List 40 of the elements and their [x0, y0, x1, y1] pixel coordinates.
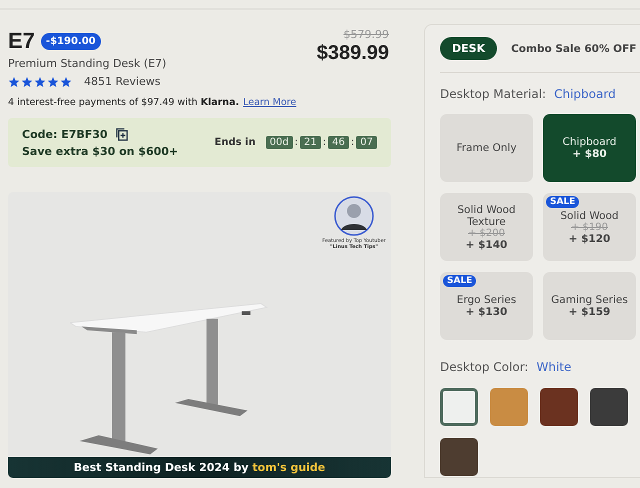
option-label: Desktop Color: — [440, 360, 528, 374]
offer-text: Save extra $30 on $600+ — [22, 144, 178, 158]
material-option[interactable]: Frame Only — [440, 114, 533, 182]
product-name: Premium Standing Desk (E7) — [8, 57, 166, 70]
desk-tag[interactable]: DESK — [440, 37, 498, 60]
color-swatch[interactable] — [490, 388, 528, 426]
discount-badge: -$190.00 — [40, 32, 101, 50]
learn-more-link[interactable]: Learn More — [243, 97, 296, 108]
countdown-segment: 46 — [328, 136, 349, 149]
color-swatch[interactable] — [440, 438, 478, 476]
color-swatch[interactable] — [590, 388, 628, 426]
combo-sale-text: Combo Sale 60% OFF — [511, 42, 636, 54]
sale-badge: SALE — [546, 196, 580, 208]
award-caption: Best Standing Desk 2024 by tom's guide — [74, 461, 326, 474]
original-price: $579.99 — [342, 28, 389, 41]
copy-icon[interactable] — [114, 126, 129, 142]
option-value: White — [536, 360, 572, 374]
timer-separator: : — [322, 136, 326, 148]
installment-text: 4 interest-free payments of $97.49 with Klarna. — [8, 97, 240, 108]
timer-separator: : — [350, 136, 354, 148]
material-option[interactable]: Solid Wood + $190 + $120 SALE — [543, 193, 636, 261]
reviews-link[interactable]: 4851 Reviews — [84, 75, 160, 88]
color-swatch[interactable] — [440, 388, 478, 426]
material-option[interactable]: Chipboard + $80 — [543, 114, 636, 182]
color-swatch[interactable] — [540, 388, 578, 426]
countdown-segment: 21 — [300, 136, 321, 149]
option-value: Chipboard — [554, 87, 616, 101]
material-option[interactable]: Ergo Series + $130 SALE — [440, 272, 533, 340]
material-option[interactable]: Solid Wood Texture + $200 + $140 — [440, 193, 533, 261]
material-option[interactable]: Gaming Series + $159 — [543, 272, 636, 340]
option-label: Desktop Material: — [440, 87, 546, 101]
model-title: E7 — [8, 28, 35, 54]
countdown-segment: 07 — [356, 136, 377, 149]
sale-price: $389.99 — [316, 42, 389, 65]
avatar — [334, 196, 374, 236]
sale-badge: SALE — [443, 275, 476, 287]
coupon-code: Code: E7BF30 — [22, 128, 108, 141]
countdown-segment: 00d — [266, 136, 293, 149]
timer-separator: : — [294, 136, 298, 148]
ends-label: Ends in — [214, 136, 256, 148]
